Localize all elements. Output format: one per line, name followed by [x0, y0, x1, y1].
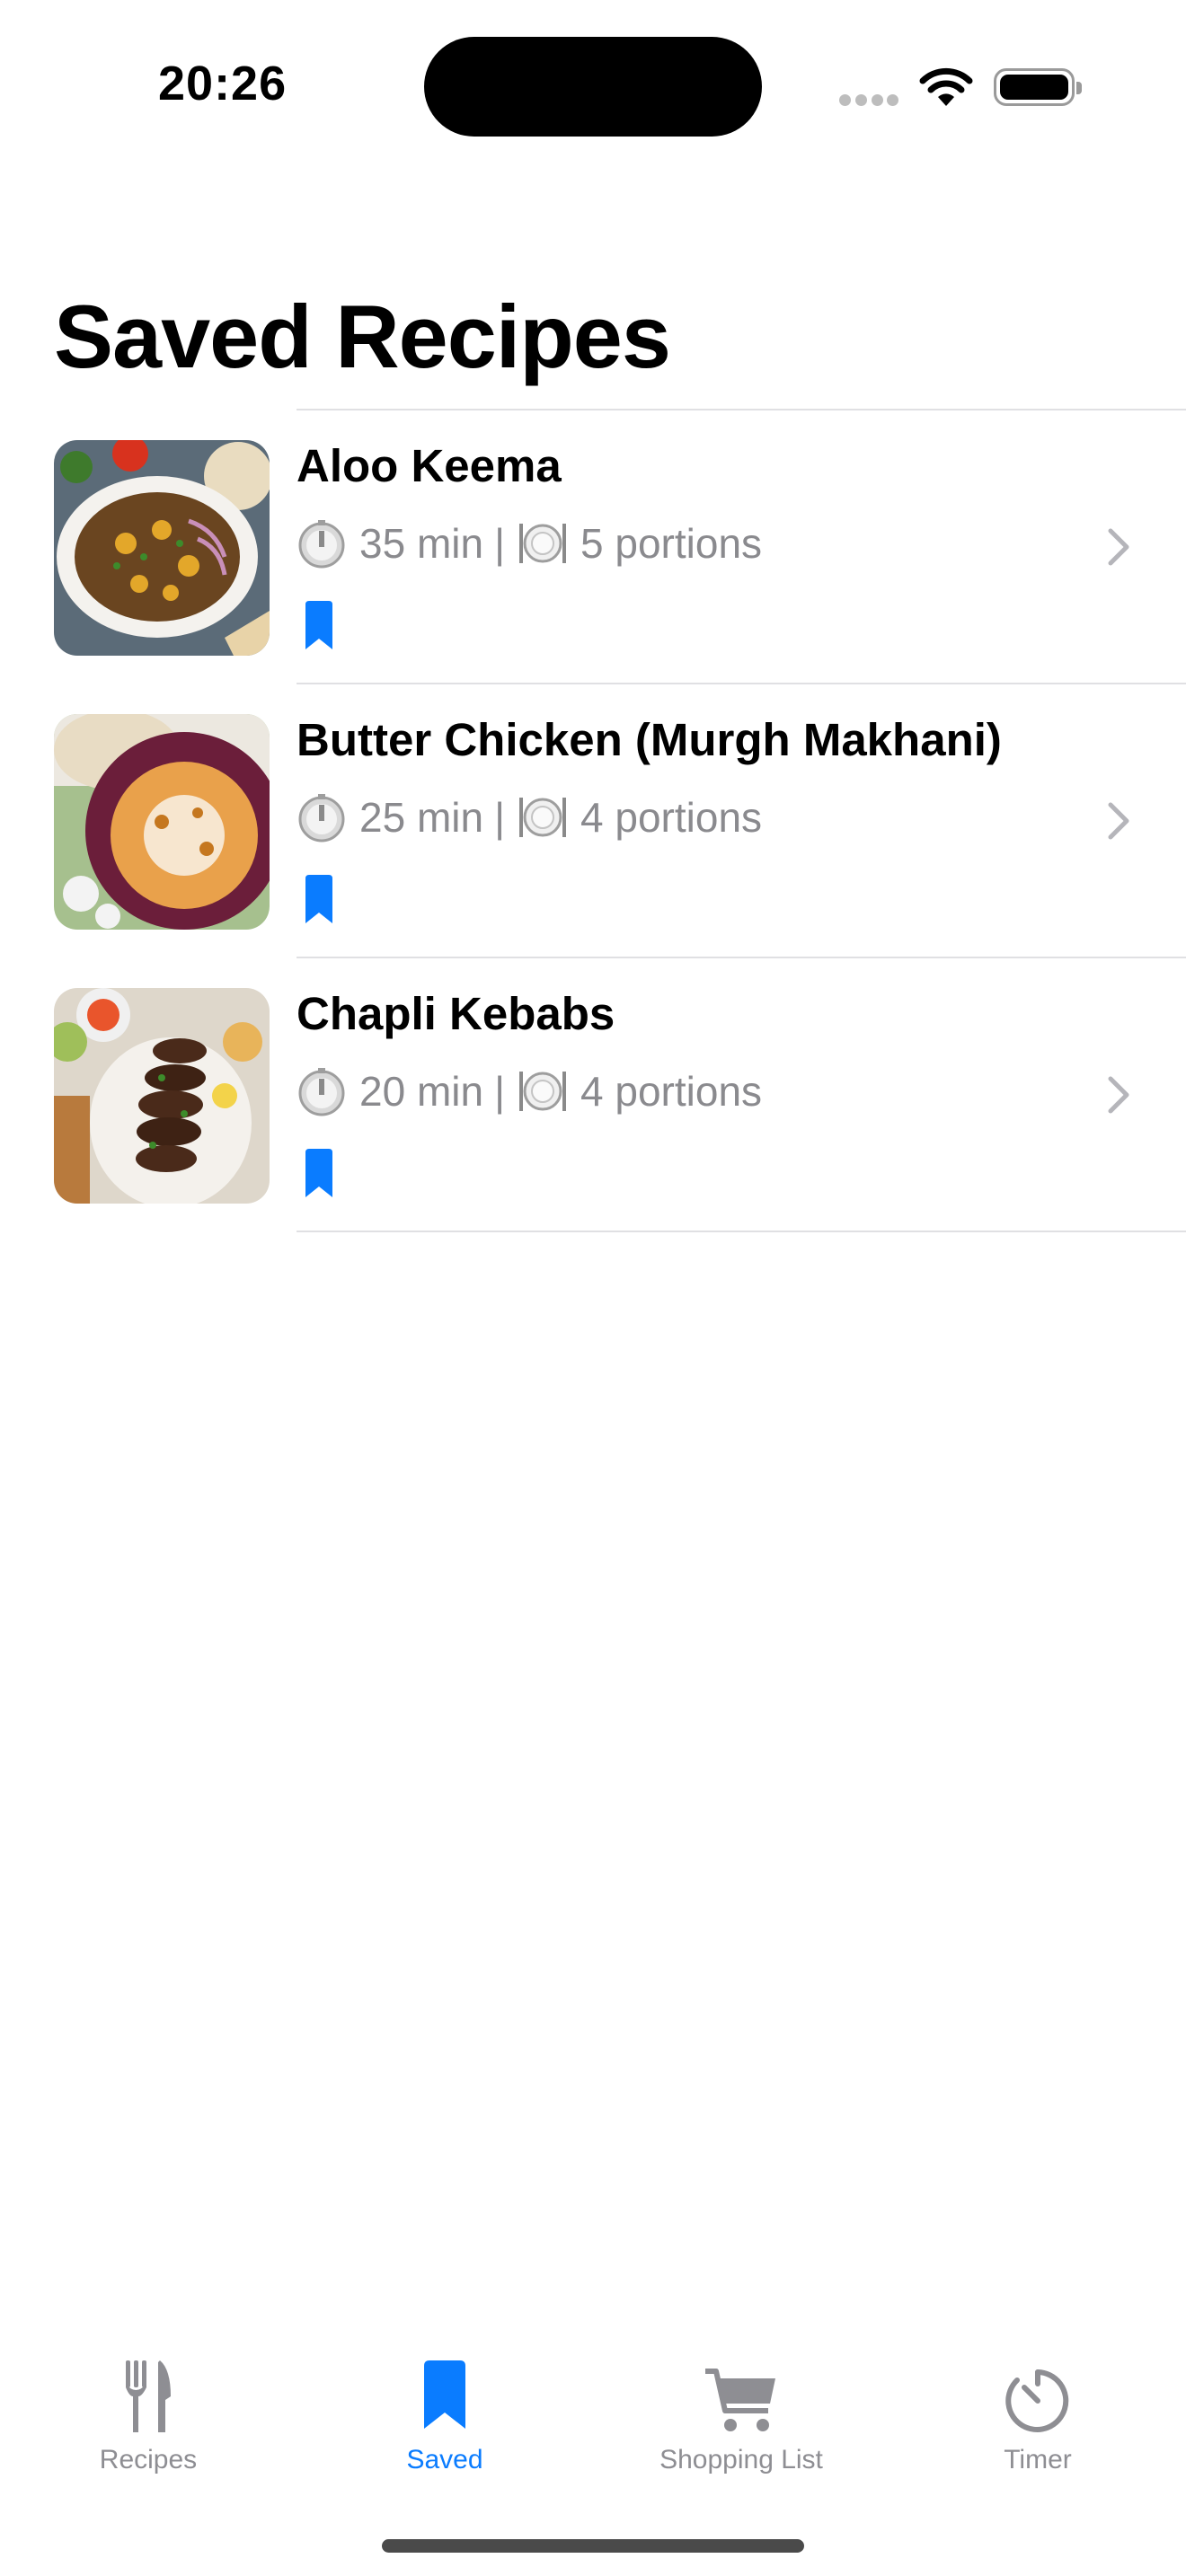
chevron-right-icon [1108, 528, 1129, 566]
stopwatch-icon [296, 518, 347, 569]
tab-label: Shopping List [659, 2445, 823, 2475]
recipe-thumbnail [54, 714, 270, 930]
saved-recipes-list: Aloo Keema 35 min | 5 portions Butter Ch… [0, 409, 1186, 1232]
chevron-right-icon [1108, 802, 1129, 840]
timer-icon [1005, 2369, 1069, 2432]
meta-separator: | [494, 794, 506, 841]
home-indicator[interactable] [382, 2539, 804, 2553]
tab-label: Recipes [99, 2445, 198, 2475]
tab-saved[interactable]: Saved [296, 2344, 593, 2479]
meta-separator: | [494, 520, 506, 567]
recipe-thumbnail [54, 988, 270, 1204]
recipe-time: 25 min [359, 794, 484, 841]
tab-timer[interactable]: Timer [890, 2344, 1186, 2479]
recipe-time: 35 min [359, 520, 484, 567]
recipe-meta: 25 min | 4 portions [296, 792, 762, 842]
bookmark-icon[interactable] [304, 875, 334, 925]
plate-icon [518, 792, 568, 842]
cart-icon [705, 2369, 775, 2431]
recipe-name: Butter Chicken (Murgh Makhani) [296, 714, 1002, 765]
recipe-meta: 35 min | 5 portions [296, 518, 762, 569]
stopwatch-icon [296, 1066, 347, 1116]
recipe-name: Chapli Kebabs [296, 988, 615, 1039]
meta-separator: | [494, 1068, 506, 1115]
recipe-row-aloo-keema[interactable]: Aloo Keema 35 min | 5 portions [0, 410, 1186, 683]
status-time: 20:26 [158, 57, 288, 110]
wifi-icon [919, 67, 973, 106]
battery-icon [994, 68, 1082, 106]
stopwatch-icon [296, 792, 347, 842]
plate-icon [518, 518, 568, 569]
recipe-thumbnail [54, 440, 270, 656]
page-title: Saved Recipes [54, 287, 671, 386]
bookmark-icon[interactable] [304, 601, 334, 651]
dynamic-island [424, 37, 762, 137]
recipe-portions: 4 portions [580, 1068, 763, 1115]
cellular-signal-icon [839, 94, 898, 107]
plate-icon [518, 1066, 568, 1116]
tab-label: Saved [406, 2445, 483, 2475]
tab-label: Timer [1004, 2445, 1072, 2475]
list-divider [296, 1231, 1186, 1232]
chevron-right-icon [1108, 1076, 1129, 1114]
fork-knife-icon [126, 2360, 171, 2432]
bookmark-icon [424, 2360, 465, 2429]
recipe-time: 20 min [359, 1068, 484, 1115]
recipe-name: Aloo Keema [296, 440, 562, 491]
bookmark-icon[interactable] [304, 1149, 334, 1199]
tab-recipes[interactable]: Recipes [0, 2344, 296, 2479]
recipe-row-chapli-kebabs[interactable]: Chapli Kebabs 20 min | 4 portions [0, 958, 1186, 1231]
recipe-row-butter-chicken[interactable]: Butter Chicken (Murgh Makhani) 25 min | … [0, 684, 1186, 957]
app-screen: 20:26 Saved Recipes Aloo Keema 35 min | … [0, 0, 1186, 2576]
tab-shopping-list[interactable]: Shopping List [593, 2344, 890, 2479]
recipe-portions: 4 portions [580, 794, 763, 841]
recipe-portions: 5 portions [580, 520, 763, 567]
recipe-meta: 20 min | 4 portions [296, 1066, 762, 1116]
